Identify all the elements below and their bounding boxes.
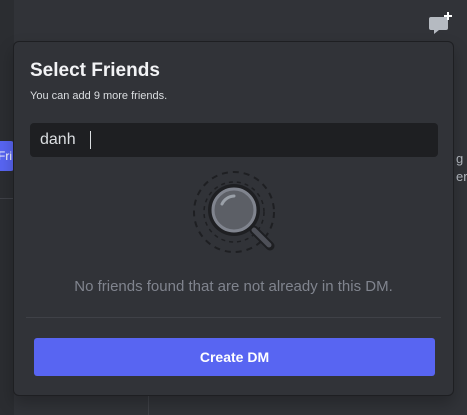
empty-state-message: No friends found that are not already in… [74, 278, 393, 295]
background-divider [0, 198, 14, 199]
background-divider-vertical [148, 396, 149, 415]
popout-subtitle: You can add 9 more friends. [30, 90, 168, 102]
background-friends-tab[interactable]: Fri [0, 141, 14, 171]
background-text: g a er [456, 151, 467, 184]
text-caret [90, 131, 91, 149]
magnifier-empty-icon [192, 170, 280, 258]
friend-search-field[interactable] [30, 123, 438, 157]
footer-divider [26, 317, 441, 318]
create-dm-button[interactable]: Create DM [34, 338, 435, 376]
background-sidebar [0, 0, 14, 415]
friend-search-input[interactable] [30, 123, 438, 157]
new-group-dm-icon[interactable] [428, 10, 454, 36]
select-friends-popout: Select Friends You can add 9 more friend… [13, 41, 454, 396]
popout-title: Select Friends [30, 60, 160, 81]
